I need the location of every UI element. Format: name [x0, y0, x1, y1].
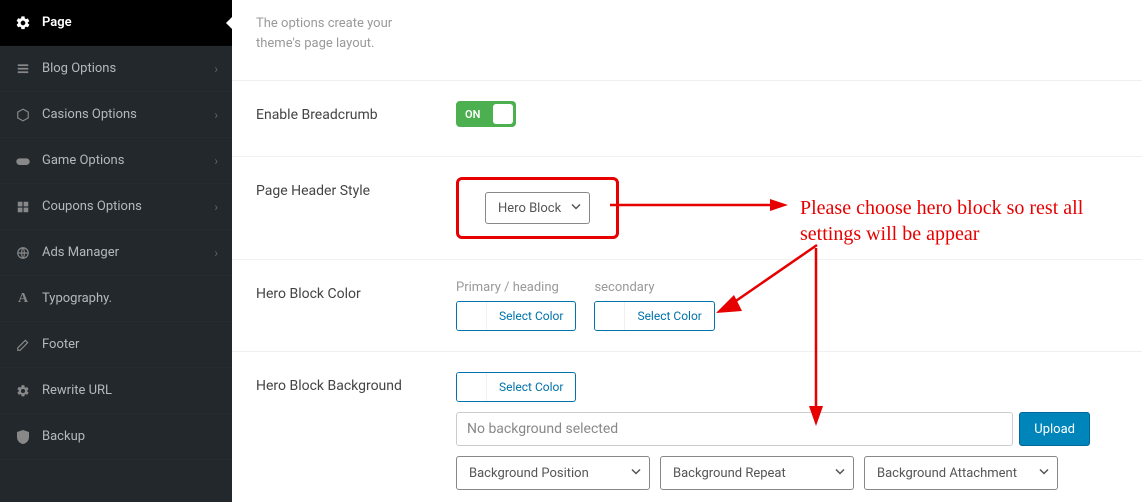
select-value: Background Repeat [673, 466, 786, 481]
row-enable-breadcrumb: Enable Breadcrumb ON [232, 80, 1142, 156]
toggle-enable-breadcrumb[interactable]: ON [456, 101, 516, 127]
row-hero-block-background: Hero Block Background Select Color No ba… [232, 351, 1142, 502]
grid-icon [14, 198, 32, 216]
sidebar-item-label: Coupons Options [42, 199, 214, 214]
label-page-header-style: Page Header Style [256, 177, 456, 199]
sidebar-item-backup[interactable]: Backup [0, 414, 232, 460]
color-swatch [457, 301, 487, 331]
page-description: The options create your theme's page lay… [256, 14, 426, 73]
gear-icon [14, 382, 32, 400]
sidebar-item-label: Ads Manager [42, 245, 214, 260]
chevron-down-icon [571, 201, 581, 216]
upload-button-label: Upload [1034, 422, 1075, 437]
color-group-secondary: secondary Select Color [594, 280, 714, 331]
sidebar-item-coupons-options[interactable]: Coupons Options › [0, 184, 232, 230]
select-value: Hero Block [498, 201, 561, 216]
chevron-down-icon [631, 466, 641, 481]
label-hero-block-background: Hero Block Background [256, 372, 456, 394]
annotation-arrow-icon [610, 195, 790, 215]
color-picker-background[interactable]: Select Color [456, 372, 576, 402]
color-picker-text: Select Color [625, 309, 713, 323]
sidebar-item-label: Rewrite URL [42, 383, 218, 398]
chevron-right-icon: › [214, 246, 218, 260]
sidebar-item-label: Footer [42, 337, 218, 352]
select-background-attachment[interactable]: Background Attachment [864, 456, 1058, 490]
color-group-primary: Primary / heading Select Color [456, 280, 576, 331]
toggle-on-text: ON [465, 108, 480, 121]
sidebar-item-ads-manager[interactable]: Ads Manager › [0, 230, 232, 276]
select-background-repeat[interactable]: Background Repeat [660, 456, 854, 490]
sidebar: Page Blog Options › Casions Options › Ga… [0, 0, 232, 502]
globe-icon [14, 244, 32, 262]
color-label-secondary: secondary [594, 280, 714, 295]
select-value: Background Position [469, 466, 589, 481]
background-image-input[interactable]: No background selected [456, 412, 1013, 446]
annotation-arrow-icon [804, 248, 828, 428]
sidebar-item-footer[interactable]: Footer [0, 322, 232, 368]
select-value: Background Attachment [877, 466, 1017, 481]
label-hero-block-color: Hero Block Color [256, 280, 456, 302]
chevron-right-icon: › [214, 108, 218, 122]
toggle-knob [493, 104, 513, 124]
chevron-down-icon [1039, 466, 1049, 481]
hex-icon [14, 106, 32, 124]
color-picker-text: Select Color [487, 380, 575, 394]
color-label-primary: Primary / heading [456, 280, 576, 295]
label-enable-breadcrumb: Enable Breadcrumb [256, 101, 456, 123]
list-icon [14, 60, 32, 78]
sidebar-item-page[interactable]: Page [0, 0, 232, 46]
color-picker-text: Select Color [487, 309, 575, 323]
row-hero-block-color: Hero Block Color Primary / heading Selec… [232, 259, 1142, 351]
sidebar-item-label: Blog Options [42, 61, 214, 76]
shield-icon [14, 428, 32, 446]
gear-icon [14, 14, 32, 32]
sidebar-item-label: Game Options [42, 153, 214, 168]
chevron-right-icon: › [214, 200, 218, 214]
color-picker-primary[interactable]: Select Color [456, 301, 576, 331]
color-swatch [595, 301, 625, 331]
sidebar-item-label: Backup [42, 429, 218, 444]
sidebar-item-game-options[interactable]: Game Options › [0, 138, 232, 184]
main-panel: The options create your theme's page lay… [232, 0, 1142, 502]
font-icon: A [14, 290, 32, 308]
sidebar-item-label: Casions Options [42, 107, 214, 122]
sidebar-item-blog-options[interactable]: Blog Options › [0, 46, 232, 92]
sidebar-item-typography[interactable]: A Typography. [0, 276, 232, 322]
sidebar-item-label: Page [42, 15, 218, 30]
edit-icon [14, 336, 32, 354]
select-background-position[interactable]: Background Position [456, 456, 650, 490]
gamepad-icon [14, 152, 32, 170]
chevron-right-icon: › [214, 62, 218, 76]
chevron-right-icon: › [214, 154, 218, 168]
annotation-highlight-box: Hero Block [456, 177, 619, 239]
upload-button[interactable]: Upload [1019, 412, 1090, 446]
sidebar-item-label: Typography. [42, 291, 218, 306]
app-root: Page Blog Options › Casions Options › Ga… [0, 0, 1142, 502]
sidebar-item-rewrite-url[interactable]: Rewrite URL [0, 368, 232, 414]
color-picker-secondary[interactable]: Select Color [594, 301, 714, 331]
chevron-down-icon [835, 466, 845, 481]
color-swatch [457, 372, 487, 402]
background-image-placeholder: No background selected [467, 421, 618, 437]
sidebar-item-casions-options[interactable]: Casions Options › [0, 92, 232, 138]
select-page-header-style[interactable]: Hero Block [485, 192, 590, 224]
